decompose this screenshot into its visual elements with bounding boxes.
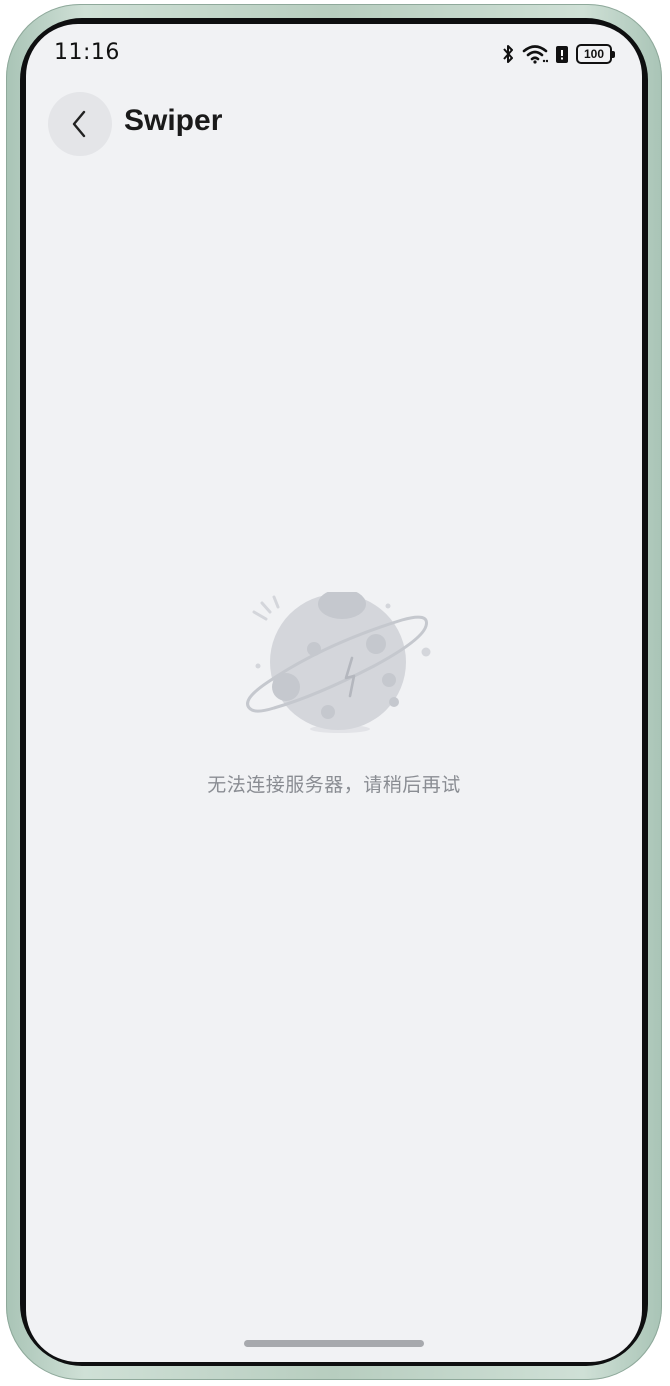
app-screen: 11:16 100 Swiper 无法连接服务器，请稍后再试	[26, 24, 642, 1362]
planet-disconnected-illustration	[246, 592, 431, 733]
battery-level: 100	[583, 47, 605, 61]
chevron-left-icon	[72, 110, 86, 138]
wifi-icon	[522, 45, 548, 64]
error-message: 无法连接服务器，请稍后再试	[207, 774, 461, 796]
back-button[interactable]	[48, 92, 112, 156]
status-icons: 100	[501, 42, 615, 66]
page-title: Swiper	[124, 104, 223, 137]
home-indicator[interactable]	[244, 1340, 424, 1347]
battery-icon: 100	[576, 44, 615, 64]
battery-saver-icon	[556, 46, 568, 63]
empty-state: 无法连接服务器，请稍后再试	[26, 592, 642, 797]
status-bar: 11:16 100	[26, 24, 642, 84]
status-time: 11:16	[54, 40, 120, 65]
bluetooth-icon	[503, 45, 513, 63]
